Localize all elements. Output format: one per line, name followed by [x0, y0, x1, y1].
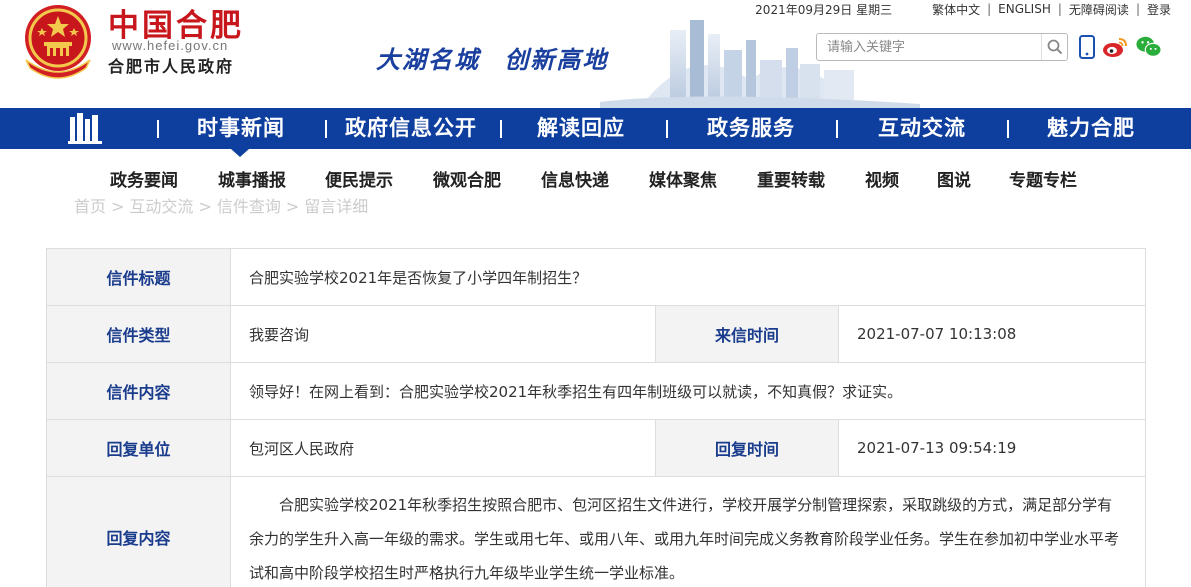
table-row: 信件内容 领导好！在网上看到：合肥实验学校2021年秋季招生有四年制班级可以就读…	[46, 363, 1146, 420]
reply-content-label: 回复内容	[47, 477, 231, 587]
search-button[interactable]	[1041, 34, 1067, 60]
letter-detail-table: 信件标题 合肥实验学校2021年是否恢复了小学四年制招生？ 信件类型 我要咨询 …	[46, 248, 1146, 587]
sub-nav-item[interactable]: 视频	[865, 166, 899, 191]
slogan-part-1: 大湖名城	[376, 45, 480, 74]
weibo-icon	[1103, 38, 1127, 57]
nav-item-current-news[interactable]: 时事新闻	[197, 108, 285, 149]
letter-time-value: 2021-07-07 10:13:08	[857, 325, 1017, 343]
sub-nav-item[interactable]: 城事播报	[218, 166, 286, 191]
sub-nav-item[interactable]: 政务要闻	[110, 166, 178, 191]
table-row: 回复内容 合肥实验学校2021年秋季招生按照合肥市、包河区招生文件进行，学校开展…	[46, 477, 1146, 587]
letter-content-value: 领导好！在网上看到：合肥实验学校2021年秋季招生有四年制班级可以就读，不知真假…	[249, 382, 903, 401]
nav-divider	[500, 120, 502, 138]
reply-unit-value: 包河区人民政府	[249, 439, 355, 458]
traditional-chinese-link[interactable]: 繁体中文	[932, 1, 980, 18]
letter-content-label: 信件内容	[47, 363, 231, 419]
wechat-icon	[1136, 36, 1162, 57]
login-link[interactable]: 登录	[1147, 1, 1171, 18]
letter-title-label: 信件标题	[47, 249, 231, 305]
divider: |	[1057, 2, 1062, 16]
nav-divider	[1007, 120, 1009, 138]
site-url: www.hefei.gov.cn	[112, 38, 229, 53]
letter-type-value: 我要咨询	[249, 325, 310, 344]
nav-item-interaction[interactable]: 互动交流	[878, 108, 966, 149]
wechat-button[interactable]	[1136, 34, 1162, 60]
search-box	[816, 33, 1068, 61]
english-link[interactable]: ENGLISH	[998, 2, 1051, 16]
sub-nav-item[interactable]: 专题专栏	[1009, 166, 1077, 191]
nav-item-government-info[interactable]: 政府信息公开	[345, 108, 477, 149]
search-input[interactable]	[817, 34, 1039, 60]
divider: |	[987, 2, 992, 16]
site-header: 中国合肥 www.hefei.gov.cn 合肥市人民政府 大湖名城 创新高地 …	[0, 0, 1191, 108]
divider: |	[1135, 2, 1140, 16]
reply-unit-label: 回复单位	[47, 420, 231, 476]
table-row: 回复单位 包河区人民政府 回复时间 2021-07-13 09:54:19	[46, 420, 1146, 477]
letter-time-label: 来信时间	[655, 306, 839, 362]
nav-divider	[666, 120, 668, 138]
current-date: 2021年09月29日 星期三	[755, 2, 893, 17]
site-subtitle: 合肥市人民政府	[108, 57, 235, 76]
mobile-button[interactable]	[1074, 34, 1100, 60]
sub-nav-item[interactable]: 重要转载	[757, 166, 825, 191]
nav-divider	[836, 120, 838, 138]
national-emblem-icon	[25, 5, 91, 79]
nav-divider	[157, 120, 159, 138]
top-utility-bar: 2021年09月29日 星期三 繁体中文 | ENGLISH | 无障碍阅读 |…	[755, 0, 1171, 18]
table-row: 信件类型 我要咨询 来信时间 2021-07-07 10:13:08	[46, 306, 1146, 363]
table-row: 信件标题 合肥实验学校2021年是否恢复了小学四年制招生？	[46, 249, 1146, 306]
reply-time-label: 回复时间	[655, 420, 839, 476]
main-navigation: 时事新闻 政府信息公开 解读回应 政务服务 互动交流 魅力合肥	[0, 108, 1191, 149]
accessible-reading-link[interactable]: 无障碍阅读	[1069, 1, 1129, 18]
home-icon[interactable]	[68, 113, 104, 144]
active-nav-indicator	[231, 149, 249, 157]
reply-time-value: 2021-07-13 09:54:19	[857, 439, 1017, 457]
letter-title-value: 合肥实验学校2021年是否恢复了小学四年制招生？	[249, 268, 588, 287]
sub-nav-item[interactable]: 媒体聚焦	[649, 166, 717, 191]
mobile-phone-icon	[1079, 35, 1095, 59]
reply-content-value: 合肥实验学校2021年秋季招生按照合肥市、包河区招生文件进行，学校开展学分制管理…	[249, 496, 1120, 582]
slogan-part-2: 创新高地	[504, 45, 609, 74]
nav-item-interpretation[interactable]: 解读回应	[537, 108, 625, 149]
site-slogan: 大湖名城 创新高地	[376, 40, 622, 75]
sub-navigation: 政务要闻 城事播报 便民提示 微观合肥 信息快递 媒体聚焦 重要转载 视频 图说…	[0, 166, 1191, 202]
search-icon	[1047, 39, 1062, 55]
sub-nav-item[interactable]: 便民提示	[325, 166, 393, 191]
nav-divider	[325, 120, 327, 138]
letter-type-label: 信件类型	[47, 306, 231, 362]
sub-nav-item[interactable]: 微观合肥	[433, 166, 501, 191]
nav-item-charm-hefei[interactable]: 魅力合肥	[1047, 108, 1135, 149]
nav-item-government-services[interactable]: 政务服务	[707, 108, 795, 149]
sub-nav-item[interactable]: 信息快递	[541, 166, 609, 191]
weibo-button[interactable]	[1102, 34, 1128, 60]
sub-nav-item[interactable]: 图说	[937, 166, 971, 191]
